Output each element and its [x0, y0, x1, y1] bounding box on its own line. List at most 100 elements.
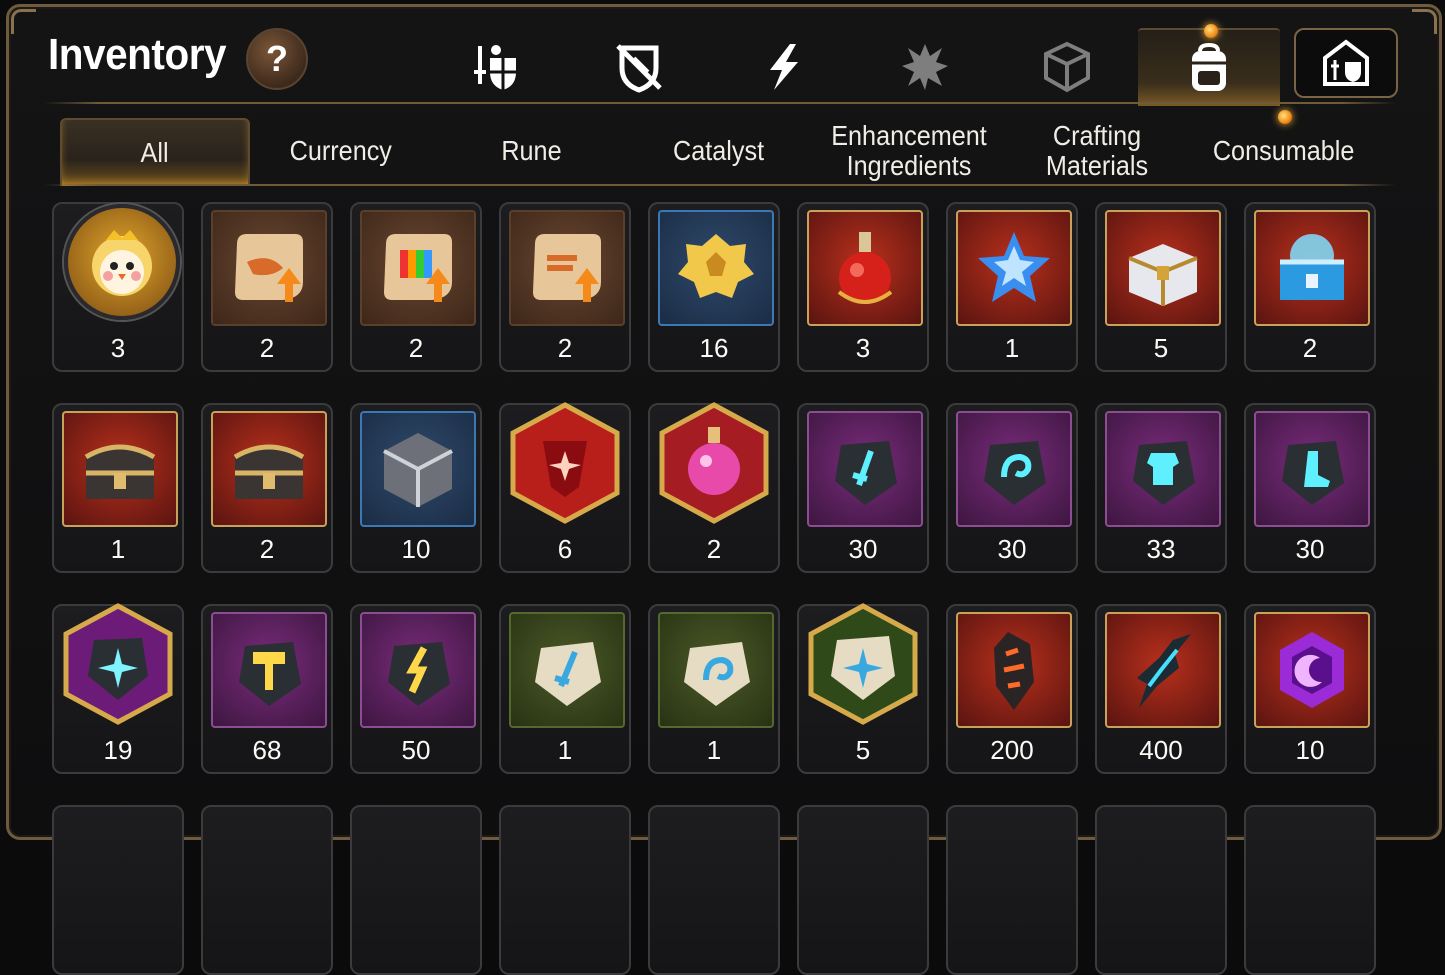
item-slot[interactable]: 30	[1244, 403, 1376, 573]
item-slot[interactable]: 68	[201, 604, 333, 774]
help-button[interactable]: ?	[246, 28, 308, 90]
item-slot[interactable]: 2	[1244, 202, 1376, 372]
item-slot[interactable]: 3	[52, 202, 184, 372]
item-count: 6	[557, 534, 573, 564]
item-count: 68	[252, 735, 282, 765]
item-slot[interactable]	[499, 805, 631, 975]
boot-stone-icon	[1254, 411, 1370, 527]
item-count: 5	[1153, 333, 1169, 363]
item-slot[interactable]: 1	[499, 604, 631, 774]
silver-cube-icon	[360, 411, 476, 527]
item-slot[interactable]: 6	[499, 401, 631, 573]
item-slot[interactable]: 10	[350, 403, 482, 573]
blue-crystal-chest-icon	[1254, 210, 1370, 326]
item-count: 3	[855, 333, 871, 363]
item-slot[interactable]: 19	[52, 602, 184, 774]
item-slot[interactable]: 1	[648, 604, 780, 774]
sword-shield-icon	[474, 45, 516, 90]
item-slot[interactable]	[201, 805, 333, 975]
item-count: 30	[848, 534, 878, 564]
rainbow-scroll-upgrade-icon	[360, 210, 476, 326]
dice-cube-icon	[1044, 41, 1090, 93]
red-gem-hex-icon	[507, 401, 623, 525]
tab-catalyst[interactable]: Catalyst	[626, 118, 812, 184]
item-slot[interactable]: 200	[946, 604, 1078, 774]
item-count: 1	[706, 735, 722, 765]
item-count: 2	[706, 534, 722, 564]
hammer-stone-icon	[211, 612, 327, 728]
item-slot[interactable]	[1244, 805, 1376, 975]
item-slot[interactable]: 16	[648, 202, 780, 372]
item-slot[interactable]	[52, 805, 184, 975]
item-count: 10	[1295, 735, 1325, 765]
moon-gem-icon	[1254, 612, 1370, 728]
tab-rune[interactable]: Rune	[438, 118, 624, 184]
item-slot[interactable]: 30	[946, 403, 1078, 573]
item-slot[interactable]: 3	[797, 202, 929, 372]
tab-crafting-materials[interactable]: Crafting Materials	[1004, 118, 1190, 184]
item-slot[interactable]: 5	[797, 603, 929, 774]
item-slot[interactable]: 1	[52, 403, 184, 573]
item-slot[interactable]: 2	[499, 202, 631, 372]
tab-currency[interactable]: Currency	[248, 118, 434, 184]
emblem-tab-icon[interactable]	[892, 34, 958, 100]
defense-icon[interactable]	[606, 34, 672, 100]
item-count: 2	[259, 333, 275, 363]
equipment-icon[interactable]	[462, 34, 528, 100]
frame-corner	[11, 9, 36, 34]
tab-enhancement-ingredients[interactable]: Enhancement Ingredients	[814, 118, 1004, 184]
item-slot[interactable]: 5	[1095, 202, 1227, 372]
chick-medal-icon	[64, 204, 180, 320]
dark-crystal-shard-icon	[1105, 612, 1221, 728]
item-slot[interactable]	[797, 805, 929, 975]
item-slot[interactable]: 2	[648, 401, 780, 573]
item-slot[interactable]: 10	[1244, 604, 1376, 774]
item-slot[interactable]: 33	[1095, 403, 1227, 573]
item-count: 200	[990, 735, 1034, 765]
frame-corner	[1412, 9, 1437, 34]
item-count: 1	[1004, 333, 1020, 363]
blue-star-potion-icon	[956, 210, 1072, 326]
item-slot[interactable]: 50	[350, 604, 482, 774]
item-slot[interactable]: 1	[946, 202, 1078, 372]
lightning-icon	[770, 44, 798, 90]
star-stone-hex-icon	[60, 602, 176, 726]
item-count: 2	[557, 333, 573, 363]
item-count: 400	[1139, 735, 1183, 765]
item-slot[interactable]: 400	[1095, 604, 1227, 774]
swirl-rune-icon	[658, 612, 774, 728]
skill-icon[interactable]	[750, 34, 816, 100]
notification-dot	[1204, 24, 1218, 38]
cube-tab-icon[interactable]	[1034, 34, 1100, 100]
item-count: 5	[855, 735, 871, 765]
item-count: 10	[401, 534, 431, 564]
red-potion-icon	[807, 210, 923, 326]
item-slot[interactable]	[1095, 805, 1227, 975]
scroll-upgrade-icon	[211, 210, 327, 326]
inventory-tab-icon[interactable]	[1138, 24, 1280, 106]
item-slot[interactable]: 30	[797, 403, 929, 573]
tab-all[interactable]: All	[60, 118, 250, 186]
item-count: 1	[110, 534, 126, 564]
sword-rune-icon	[509, 612, 625, 728]
item-slot[interactable]	[648, 805, 780, 975]
item-slot[interactable]	[350, 805, 482, 975]
scroll-upgrade-icon	[509, 210, 625, 326]
sword-stone-icon	[807, 411, 923, 527]
item-count: 19	[103, 735, 133, 765]
lava-crystal-icon	[956, 612, 1072, 728]
item-slot[interactable]: 2	[201, 202, 333, 372]
swirl-stone-icon	[956, 411, 1072, 527]
item-slot[interactable]: 2	[350, 202, 482, 372]
page-title: Inventory	[48, 30, 227, 79]
item-slot[interactable]	[946, 805, 1078, 975]
shield-crossed-icon	[616, 44, 662, 93]
tabs-divider	[44, 184, 1396, 186]
sword-shield-house-icon	[1323, 39, 1369, 86]
pink-potion-hex-icon	[656, 401, 772, 525]
item-slot[interactable]: 2	[201, 403, 333, 573]
item-count: 2	[1302, 333, 1318, 363]
house-tab-icon[interactable]	[1294, 28, 1398, 98]
tab-consumable[interactable]: Consumable	[1190, 110, 1378, 184]
item-count: 16	[699, 333, 729, 363]
